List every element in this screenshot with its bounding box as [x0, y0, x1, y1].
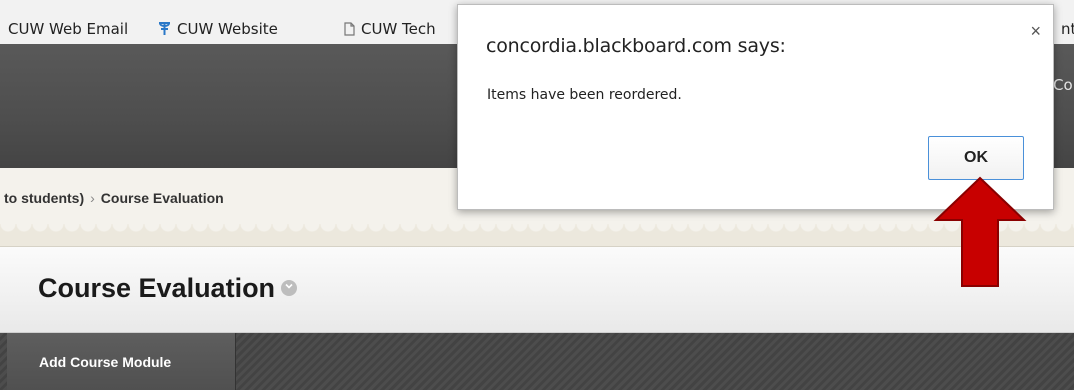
breadcrumb-current: Course Evaluation: [100, 190, 224, 206]
dialog-message: Items have been reordered.: [487, 87, 682, 103]
cuw-logo-icon: [158, 20, 171, 38]
breadcrumb-separator: ›: [90, 190, 95, 206]
close-icon[interactable]: ×: [1030, 21, 1041, 42]
ok-button[interactable]: OK: [928, 136, 1024, 180]
bookmark-cuw-web-email[interactable]: CUW Web Email: [8, 20, 128, 38]
bookmark-label: CUW Website: [177, 20, 278, 38]
chevron-down-icon[interactable]: [281, 279, 298, 296]
header-course-tab-fragment[interactable]: Co: [1053, 76, 1073, 94]
page-title-bar: Course Evaluation: [0, 247, 1074, 333]
bookmark-cuw-website[interactable]: CUW Website: [158, 20, 278, 38]
add-course-module-button[interactable]: Add Course Module: [7, 333, 236, 390]
decorative-divider: [0, 224, 1074, 247]
bookmark-label: CUW Tech: [361, 20, 436, 38]
action-bar: Add Course Module: [0, 333, 1074, 390]
bookmark-cuw-tech[interactable]: CUW Tech: [344, 20, 436, 38]
page-title-text: Course Evaluation: [38, 273, 276, 303]
page-icon: [344, 22, 355, 38]
annotation-arrow-icon: [933, 176, 1027, 287]
bookmark-overflow-fragment[interactable]: nt: [1061, 20, 1074, 38]
page-title: Course Evaluation: [38, 273, 298, 304]
dialog-title: concordia.blackboard.com says:: [486, 35, 786, 57]
bookmark-label: CUW Web Email: [8, 20, 129, 38]
breadcrumb-parent[interactable]: to students): [4, 190, 84, 206]
breadcrumb-trail: to students) › Course Evaluation: [4, 190, 224, 206]
